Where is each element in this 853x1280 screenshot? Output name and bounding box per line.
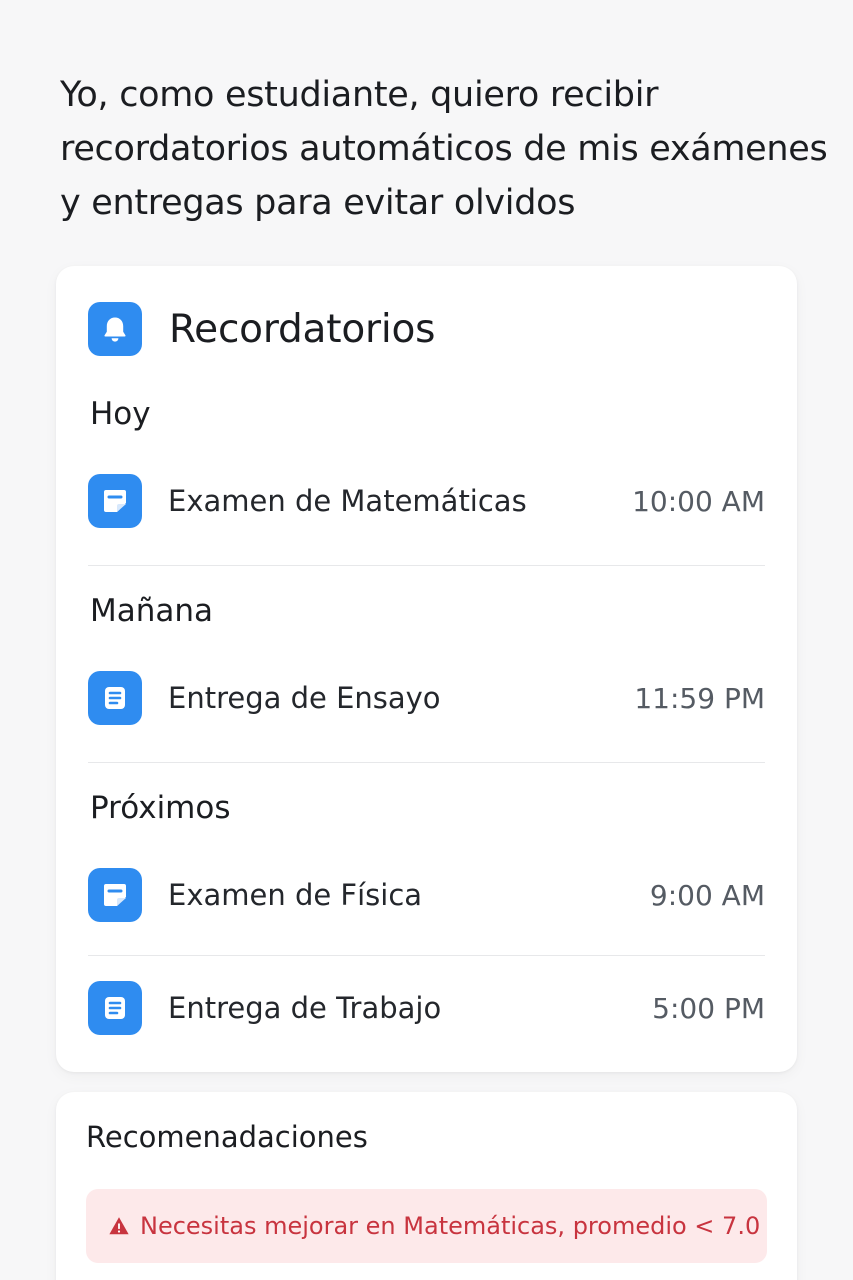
user-story-text: Yo, como estudiante, quiero recibir reco… bbox=[60, 75, 828, 223]
reminder-time: 5:00 PM bbox=[652, 991, 765, 1025]
reminder-item-exam-physics[interactable]: Examen de Física 9:00 AM bbox=[88, 867, 765, 923]
reminder-time: 9:00 AM bbox=[649, 878, 765, 912]
exam-note-icon bbox=[88, 868, 142, 922]
recommendations-card: Recomenadaciones Necesitas mejorar en Ma… bbox=[56, 1092, 797, 1280]
reminder-name: Examen de Matemáticas bbox=[168, 484, 527, 518]
reminder-time: 11:59 PM bbox=[634, 681, 765, 715]
section-label-today: Hoy bbox=[90, 396, 151, 432]
reminder-item-essay[interactable]: Entrega de Ensayo 11:59 PM bbox=[88, 670, 765, 726]
assignment-document-icon bbox=[88, 981, 142, 1035]
reminders-header: Recordatorios bbox=[88, 302, 435, 356]
section-label-upcoming: Próximos bbox=[90, 790, 231, 826]
recommendations-title: Recomenadaciones bbox=[86, 1120, 368, 1154]
assignment-document-icon bbox=[88, 671, 142, 725]
reminder-name: Entrega de Ensayo bbox=[168, 681, 441, 715]
reminder-item-exam-math[interactable]: Examen de Matemáticas 10:00 AM bbox=[88, 473, 765, 529]
exam-note-icon bbox=[88, 474, 142, 528]
divider bbox=[88, 565, 765, 566]
section-label-tomorrow: Mañana bbox=[90, 593, 214, 629]
page: Yo, como estudiante, quiero recibir reco… bbox=[0, 0, 853, 1280]
warning-icon bbox=[109, 1217, 129, 1235]
recommendation-alert[interactable]: Necesitas mejorar en Matemáticas, promed… bbox=[86, 1189, 767, 1263]
reminder-name: Examen de Física bbox=[168, 878, 423, 912]
alert-text: Necesitas mejorar en Matemáticas, promed… bbox=[140, 1212, 761, 1240]
divider bbox=[88, 955, 765, 956]
reminders-card: Recordatorios Hoy Examen de Matemáticas … bbox=[56, 266, 797, 1072]
bell-icon bbox=[88, 302, 142, 356]
reminders-title: Recordatorios bbox=[169, 306, 436, 352]
divider bbox=[88, 762, 765, 763]
reminder-item-work[interactable]: Entrega de Trabajo 5:00 PM bbox=[88, 980, 765, 1036]
reminder-name: Entrega de Trabajo bbox=[168, 991, 442, 1025]
reminder-time: 10:00 AM bbox=[632, 484, 765, 518]
